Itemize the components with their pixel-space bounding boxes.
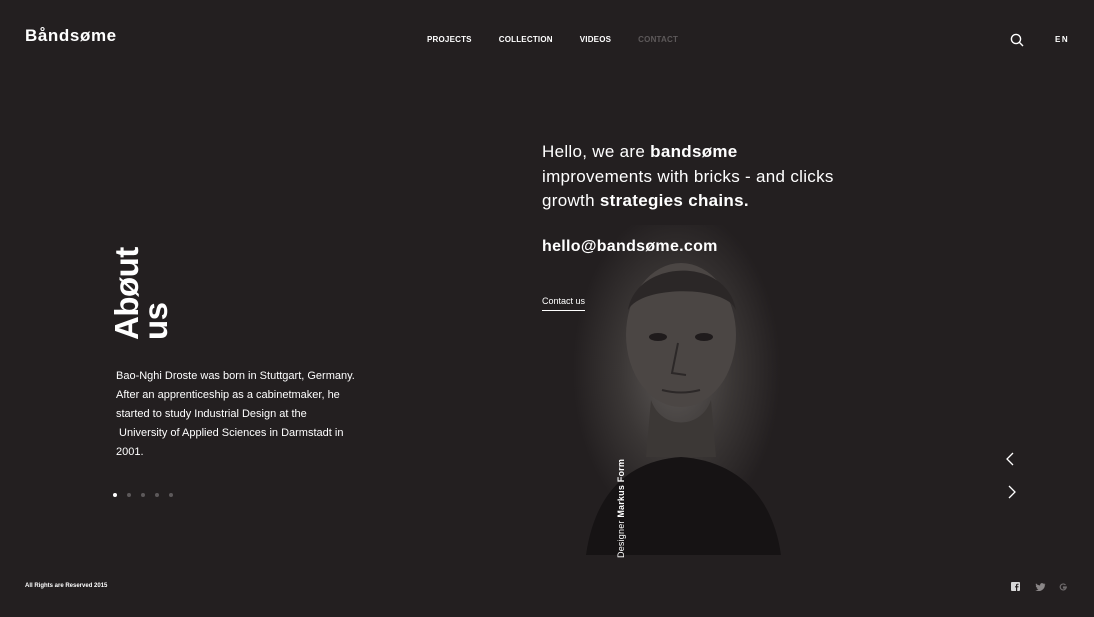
slider-dot[interactable] [155,493,159,497]
designer-portrait [566,225,796,555]
bio-line: University of Applied Sciences in Darmst… [116,427,344,439]
google-plus-icon[interactable] [1059,579,1069,591]
twitter-icon[interactable] [1035,579,1046,592]
about-title-line2: us [137,302,174,340]
nav-item-videos[interactable]: VIDEOS [580,35,611,44]
main-nav: PROJECTS COLLECTION VIDEOS CONTACT [427,35,678,44]
nav-item-collection[interactable]: COLLECTION [499,35,553,44]
intro-line3-prefix: growth [542,191,600,210]
intro-line2: improvements with bricks - and clicks [542,166,834,186]
intro-brand: bandsøme [650,142,738,161]
designer-credit: Designer Markus Form [616,459,626,558]
slider-pagination [113,493,173,497]
contact-email[interactable]: hello@bandsøme.com [542,238,718,256]
slider-dot[interactable] [113,493,117,497]
slider-dot[interactable] [127,493,131,497]
prev-arrow-icon[interactable] [1004,452,1018,466]
intro-line3-bold: strategies chains. [599,191,749,210]
credit-name: Markus Form [616,458,626,518]
about-title: Abøut us [108,247,174,340]
contact-us-link[interactable]: Contact us [542,296,586,311]
intro-greeting: Hello, we are [542,142,651,161]
credit-role: Designer [616,517,626,558]
intro-line1: Hello, we are bandsøme [542,140,834,165]
intro-text: Hello, we are bandsøme improvements with… [542,140,834,214]
slider-dot[interactable] [169,493,173,497]
next-arrow-icon[interactable] [1004,485,1018,499]
language-switch[interactable]: EN [1055,35,1069,44]
facebook-icon[interactable] [1011,579,1021,591]
bio-line: 2001. [116,446,144,458]
search-icon[interactable] [1010,33,1024,47]
brand-logo[interactable]: Båndsøme [25,26,117,46]
slider-dot[interactable] [141,493,145,497]
bio-line: After an apprenticeship as a cabinetmake… [116,389,340,401]
bio-line: Bao-Nghi Droste was born in Stuttgart, G… [116,370,355,382]
nav-item-projects[interactable]: PROJECTS [427,35,472,44]
bio-line: started to study Industrial Design at th… [116,408,307,420]
intro-line3: growth strategies chains. [542,189,834,214]
nav-item-contact[interactable]: CONTACT [638,35,678,44]
bio-text: Bao-Nghi Droste was born in Stuttgart, G… [116,367,366,462]
footer-copyright: All Rights are Reserved 2015 [25,583,108,589]
